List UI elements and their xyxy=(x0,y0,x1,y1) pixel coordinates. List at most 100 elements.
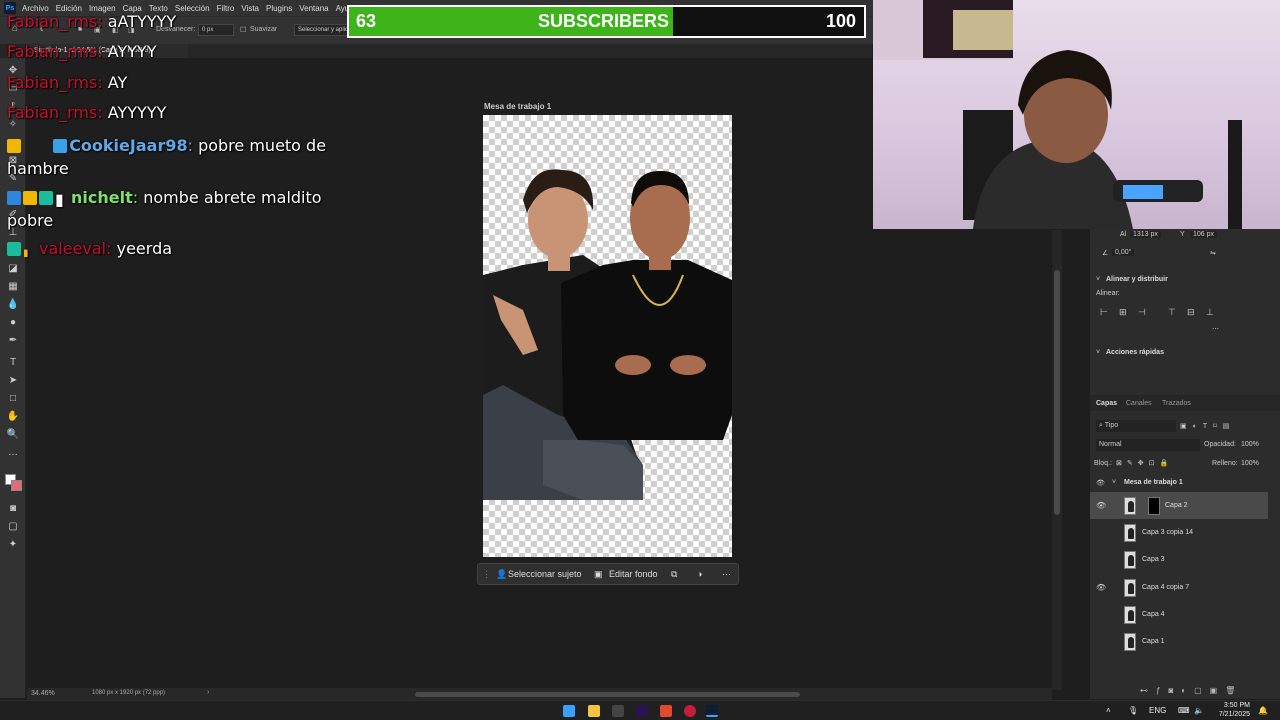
windows-start-icon[interactable] xyxy=(563,705,575,717)
align-left-icon[interactable]: ⊢ xyxy=(1100,307,1108,318)
y-field[interactable]: 106 px xyxy=(1190,231,1218,238)
eraser-tool-icon[interactable]: ◪ xyxy=(5,262,21,276)
menu-plugins[interactable]: Plugins xyxy=(266,4,292,13)
notification-bell-icon[interactable]: 🔔 xyxy=(1258,706,1268,715)
tray-overflow-icon[interactable]: ˄ xyxy=(1106,706,1111,715)
layer-row[interactable]: Capa 3 copia 14 xyxy=(1090,519,1268,546)
type-tool-icon[interactable]: T xyxy=(5,356,21,370)
status-chevron-icon[interactable]: › xyxy=(207,689,209,696)
group-visibility-eye-icon[interactable]: 👁 xyxy=(1096,479,1105,487)
artboard-group-name[interactable]: Mesa de trabajo 1 xyxy=(1124,479,1183,486)
adjust-icon[interactable]: ◑ xyxy=(697,569,702,579)
artboard-label[interactable]: Mesa de trabajo 1 xyxy=(484,102,551,111)
network-icon[interactable]: ⌨ xyxy=(1178,706,1190,715)
layer-name[interactable]: Capa 3 xyxy=(1142,556,1165,563)
more-align-icon[interactable]: ⋯ xyxy=(1212,325,1219,333)
align-right-icon[interactable]: ⊣ xyxy=(1138,307,1146,318)
capcut-icon[interactable] xyxy=(660,705,672,717)
quick-mask-icon[interactable]: ◙ xyxy=(5,502,21,516)
menu-ventana[interactable]: Ventana xyxy=(299,4,328,13)
mod-badge-icon xyxy=(7,242,21,256)
layer-mask-thumbnail[interactable] xyxy=(1148,497,1160,515)
flip-horizontal-icon[interactable]: ⇋ xyxy=(1210,249,1216,257)
layers-footer-icons[interactable]: ⊷ƒ◙◐▢▣🗑 xyxy=(1140,686,1243,695)
blend-mode-select[interactable]: Normal xyxy=(1096,439,1200,451)
generative-icon[interactable]: ✦ xyxy=(5,538,21,552)
layer-visibility-eye-icon[interactable]: 👁 xyxy=(1096,501,1106,510)
horizontal-scrollbar[interactable] xyxy=(415,692,800,697)
layer-name[interactable]: Capa 4 xyxy=(1142,611,1165,618)
align-center-h-icon[interactable]: ⊞ xyxy=(1119,307,1127,318)
layer-name[interactable]: Capa 3 copia 14 xyxy=(1142,529,1193,536)
feather-input[interactable]: 0 px xyxy=(198,24,234,36)
vertical-scrollbar[interactable] xyxy=(1054,270,1060,515)
menu-vista[interactable]: Vista xyxy=(241,4,259,13)
align-bottom-icon[interactable]: ⊥ xyxy=(1206,307,1214,318)
layer-visibility-eye-icon[interactable]: 👁 xyxy=(1096,583,1106,592)
photoshop-taskbar-icon[interactable] xyxy=(706,705,718,717)
fill-label: Relleno: xyxy=(1212,460,1238,467)
layer-row[interactable]: Capa 1 xyxy=(1090,628,1268,655)
menu-seleccion[interactable]: Selección xyxy=(175,4,210,13)
angle-field[interactable]: 0,00° xyxy=(1112,249,1135,256)
lock-icons[interactable]: ⊠✎✥⊡🔒 xyxy=(1116,459,1173,467)
dodge-tool-icon[interactable]: ● xyxy=(5,316,21,330)
collapse-chevron-icon[interactable]: ˅ xyxy=(1096,276,1100,283)
opacity-field[interactable]: 100% xyxy=(1241,441,1259,448)
layer-row[interactable]: Capa 4 xyxy=(1090,601,1268,628)
clock-date[interactable]: 7/21/2025 xyxy=(1208,711,1250,718)
screen-mode-icon[interactable]: ▢ xyxy=(5,520,21,534)
group-chevron-icon[interactable]: ˅ xyxy=(1112,479,1116,486)
rectangle-tool-icon[interactable]: □ xyxy=(5,392,21,406)
layer-row[interactable]: 👁 Capa 4 copia 7 xyxy=(1090,574,1268,601)
quick-actions-title[interactable]: Acciones rápidas xyxy=(1106,349,1164,356)
height-field[interactable]: 1313 px xyxy=(1130,231,1161,238)
background-color-swatch[interactable] xyxy=(11,480,22,491)
tab-layers[interactable]: Capas xyxy=(1096,400,1117,407)
more-options-icon[interactable]: ⋯ xyxy=(722,569,731,580)
layer-row[interactable]: 👁 Capa 2 xyxy=(1090,492,1268,519)
align-distribute-title[interactable]: Alinear y distribuir xyxy=(1106,276,1168,283)
path-selection-icon[interactable]: ➤ xyxy=(5,374,21,388)
layer-filter-select[interactable]: ⌕ Tipo xyxy=(1096,420,1176,432)
fill-field[interactable]: 100% xyxy=(1241,460,1259,467)
bits-badge-icon: ▮ xyxy=(55,190,64,209)
drag-handle-icon[interactable]: ⋮ xyxy=(482,569,491,580)
layer-name[interactable]: Capa 4 copia 7 xyxy=(1142,584,1189,591)
quick-actions-chevron-icon[interactable]: ˅ xyxy=(1096,349,1100,356)
clock-time[interactable]: 3:50 PM xyxy=(1208,702,1250,709)
align-top-icon[interactable]: ⊤ xyxy=(1168,307,1176,318)
zoom-tool-icon[interactable]: 🔍 xyxy=(5,428,21,442)
premiere-pro-icon[interactable] xyxy=(636,705,648,717)
webcam-feed xyxy=(873,0,1280,229)
chat-message: Fabian_rms: aATYYYY xyxy=(7,12,177,31)
layer-name[interactable]: Capa 1 xyxy=(1142,638,1165,645)
file-explorer-icon[interactable] xyxy=(588,705,600,717)
tab-channels[interactable]: Canales xyxy=(1126,400,1152,407)
layer-name[interactable]: Capa 2 xyxy=(1165,502,1188,509)
document-size-info[interactable]: 1080 px x 1920 px (72 ppp) xyxy=(92,690,165,696)
more-tools-icon[interactable]: … xyxy=(5,446,21,460)
transform-icon[interactable]: ⧉ xyxy=(671,569,677,580)
pen-tool-icon[interactable]: ✒ xyxy=(5,334,21,348)
blur-tool-icon[interactable]: 💧 xyxy=(5,298,21,312)
tab-paths[interactable]: Trazados xyxy=(1162,400,1191,407)
select-subject-button[interactable]: Seleccionar sujeto xyxy=(508,569,582,579)
menu-filtro[interactable]: Filtro xyxy=(217,4,235,13)
mod-badge-icon xyxy=(39,191,53,205)
language-indicator[interactable]: ENG xyxy=(1149,706,1166,715)
chrome-icon[interactable] xyxy=(684,705,696,717)
hand-tool-icon[interactable]: ✋ xyxy=(5,410,21,424)
layer-filter-icons[interactable]: ▣◐T⌑▤ xyxy=(1180,422,1235,430)
microphone-icon[interactable]: 🎙 xyxy=(1128,706,1138,715)
epic-games-icon[interactable] xyxy=(612,705,624,717)
artboard[interactable] xyxy=(483,115,732,557)
antialias-checkbox[interactable]: ☐ xyxy=(240,26,246,34)
layer-row[interactable]: Capa 3 xyxy=(1090,546,1268,573)
gradient-tool-icon[interactable]: ▦ xyxy=(5,280,21,294)
volume-icon[interactable]: 🔈 xyxy=(1194,706,1204,715)
align-middle-v-icon[interactable]: ⊟ xyxy=(1187,307,1195,318)
edit-background-button[interactable]: Editar fondo xyxy=(609,569,658,579)
zoom-level[interactable]: 34.46% xyxy=(31,690,55,697)
